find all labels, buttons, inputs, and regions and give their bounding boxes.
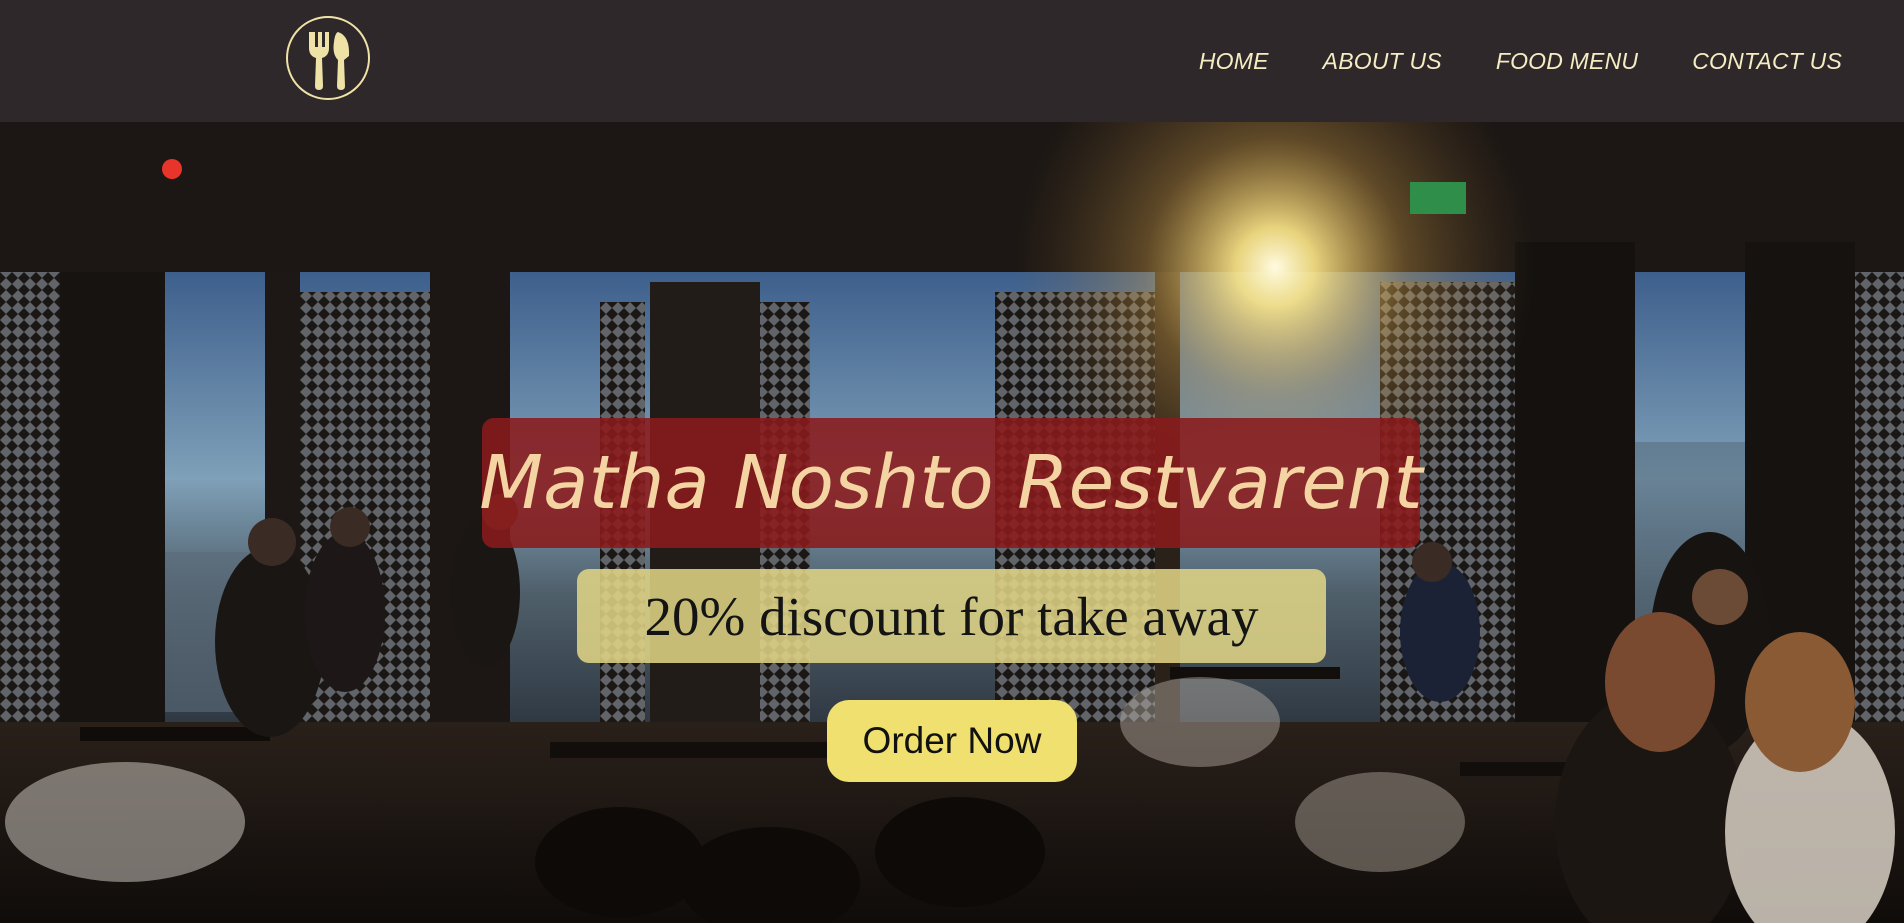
nav-contact-us[interactable]: CONTACT US bbox=[1692, 48, 1842, 75]
discount-text: 20% discount for take away bbox=[644, 585, 1259, 647]
order-now-button[interactable]: Order Now bbox=[827, 700, 1077, 782]
hero-title-banner: Matha Noshto Restvarent bbox=[479, 418, 1423, 548]
hero-section: Matha Noshto Restvarent 20% discount for… bbox=[0, 122, 1904, 923]
navbar: HOME ABOUT US FOOD MENU CONTACT US bbox=[0, 0, 1904, 122]
nav-about-us[interactable]: ABOUT US bbox=[1323, 48, 1442, 75]
main-nav: HOME ABOUT US FOOD MENU CONTACT US bbox=[1199, 0, 1842, 122]
nav-food-menu[interactable]: FOOD MENU bbox=[1496, 48, 1638, 75]
logo[interactable] bbox=[286, 16, 370, 100]
hero-title: Matha Noshto Restvarent bbox=[479, 440, 1423, 526]
fork-and-knife-icon bbox=[309, 32, 350, 90]
discount-banner: 20% discount for take away bbox=[577, 569, 1326, 663]
nav-home[interactable]: HOME bbox=[1199, 48, 1269, 75]
